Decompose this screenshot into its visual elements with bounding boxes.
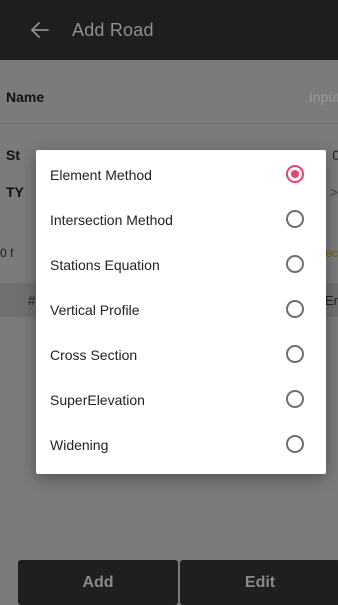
- radio-unselected-icon[interactable]: [286, 390, 304, 408]
- method-select-dialog: Element Method Intersection Method Stati…: [36, 150, 326, 474]
- option-label: SuperElevation: [50, 391, 145, 408]
- option-superelevation[interactable]: SuperElevation: [36, 377, 326, 422]
- option-stations-equation[interactable]: Stations Equation: [36, 242, 326, 287]
- option-element-method[interactable]: Element Method: [36, 152, 326, 197]
- radio-unselected-icon[interactable]: [286, 345, 304, 363]
- app-bar: Add Road: [0, 0, 338, 60]
- type-label: TY: [6, 184, 24, 200]
- chevron-right-icon: >: [329, 184, 338, 200]
- option-label: Stations Equation: [50, 256, 160, 273]
- start-station-label: St: [6, 147, 20, 163]
- page-title: Add Road: [72, 19, 154, 40]
- radio-unselected-icon[interactable]: [286, 210, 304, 228]
- radio-selected-icon[interactable]: [286, 165, 304, 183]
- option-vertical-profile[interactable]: Vertical Profile: [36, 287, 326, 332]
- arrow-left-icon[interactable]: [28, 18, 52, 42]
- name-row[interactable]: Name Input: [0, 70, 338, 124]
- option-cross-section[interactable]: Cross Section: [36, 332, 326, 377]
- name-label: Name: [6, 89, 45, 105]
- add-road-screen: Add Road Name Input St 0 TY > 0 f ec # E…: [0, 0, 338, 605]
- option-label: Intersection Method: [50, 211, 173, 228]
- option-label: Element Method: [50, 166, 152, 183]
- element-count-action[interactable]: ec: [325, 246, 338, 260]
- option-widening[interactable]: Widening: [36, 422, 326, 467]
- name-input[interactable]: Input: [309, 89, 338, 105]
- radio-unselected-icon[interactable]: [286, 300, 304, 318]
- option-intersection-method[interactable]: Intersection Method: [36, 197, 326, 242]
- option-label: Cross Section: [50, 346, 138, 363]
- radio-unselected-icon[interactable]: [286, 435, 304, 453]
- table-header-end: Er: [325, 293, 338, 308]
- element-count-text: 0 f: [0, 246, 14, 260]
- add-button[interactable]: Add: [18, 560, 178, 605]
- radio-unselected-icon[interactable]: [286, 255, 304, 273]
- start-station-value[interactable]: 0: [332, 147, 338, 163]
- table-header-index: #: [28, 293, 36, 308]
- edit-button[interactable]: Edit: [180, 560, 338, 605]
- option-label: Widening: [50, 436, 109, 453]
- bottom-button-bar: Add Edit: [0, 560, 338, 605]
- option-label: Vertical Profile: [50, 301, 140, 318]
